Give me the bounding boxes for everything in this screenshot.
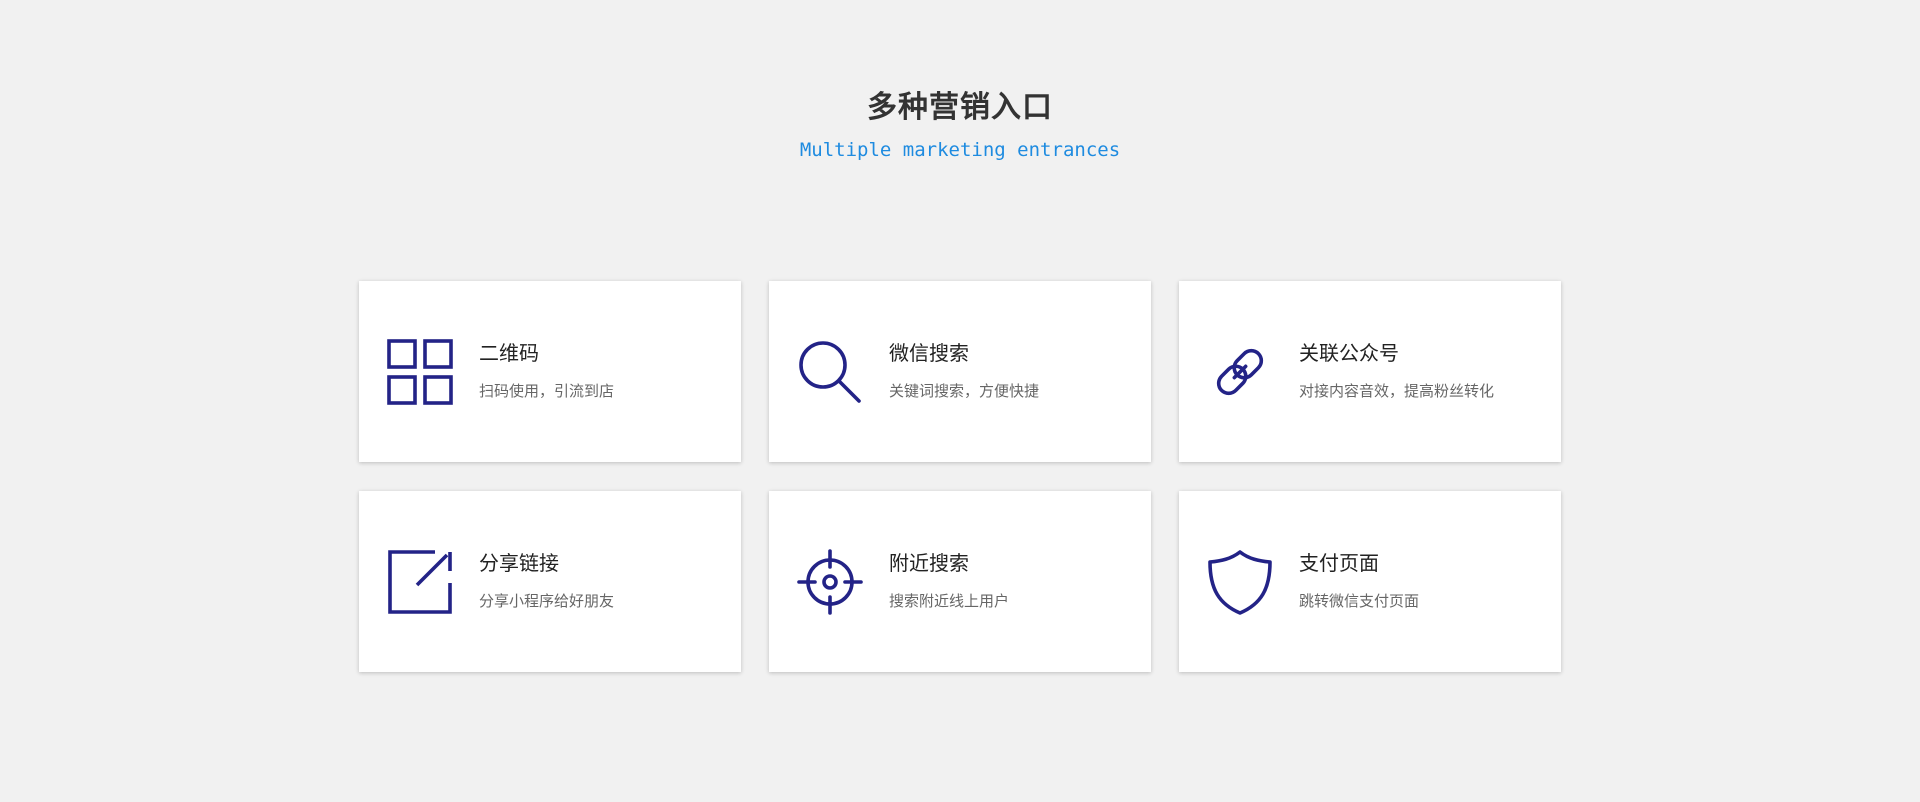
section-title: 多种营销入口 xyxy=(867,90,1053,125)
section-subtitle: Multiple marketing entrances xyxy=(799,139,1121,161)
search-icon xyxy=(797,339,863,405)
card-description: 分享小程序给好朋友 xyxy=(479,592,615,610)
card-title: 二维码 xyxy=(479,341,539,365)
link-icon xyxy=(1207,339,1273,405)
card-qrcode[interactable]: 二维码 扫码使用，引流到店 xyxy=(359,281,741,462)
card-title: 分享链接 xyxy=(479,551,559,575)
card-title: 关联公众号 xyxy=(1299,341,1399,365)
card-nearby-search[interactable]: 附近搜索 搜索附近线上用户 xyxy=(769,491,1151,672)
card-description: 跳转微信支付页面 xyxy=(1299,592,1420,610)
card-payment-page[interactable]: 支付页面 跳转微信支付页面 xyxy=(1179,491,1561,672)
card-description: 关键词搜索，方便快捷 xyxy=(889,382,1040,400)
card-wechat-search[interactable]: 微信搜索 关键词搜索，方便快捷 xyxy=(769,281,1151,462)
card-description: 对接内容音效，提高粉丝转化 xyxy=(1299,382,1495,400)
card-share-link[interactable]: 分享链接 分享小程序给好朋友 xyxy=(359,491,741,672)
card-title: 微信搜索 xyxy=(889,341,969,365)
card-title: 附近搜索 xyxy=(889,551,969,575)
entrance-grid: 二维码 扫码使用，引流到店 微信搜索 关键词搜索，方便快捷 关联公众号 对接内容… xyxy=(359,281,1561,672)
card-description: 搜索附近线上用户 xyxy=(889,592,1010,610)
card-title: 支付页面 xyxy=(1299,551,1379,575)
crosshair-icon xyxy=(797,549,863,615)
card-description: 扫码使用，引流到店 xyxy=(479,382,615,400)
card-linked-account[interactable]: 关联公众号 对接内容音效，提高粉丝转化 xyxy=(1179,281,1561,462)
share-external-icon xyxy=(387,549,453,615)
shield-icon xyxy=(1207,549,1273,615)
qrcode-grid-icon xyxy=(387,339,453,405)
